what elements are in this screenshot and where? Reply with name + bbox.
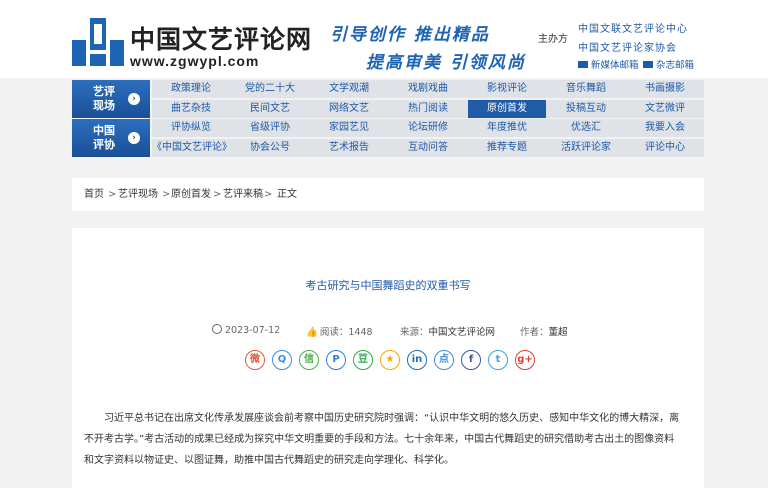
logo-chinese-text: 中国文艺评论网 xyxy=(130,25,313,54)
nav-item[interactable]: 政策理论 xyxy=(152,80,230,98)
nav-item[interactable]: 党的二十大 xyxy=(231,80,309,98)
nav-item[interactable]: 文艺微评 xyxy=(626,100,704,118)
breadcrumb-current: 正文 xyxy=(277,189,297,200)
nav-item[interactable]: 家园艺见 xyxy=(310,119,388,137)
reads-value: 1448 xyxy=(348,327,373,338)
author-value: 董超 xyxy=(548,327,568,338)
mail-icon xyxy=(578,61,588,68)
article-date-value: 2023-07-12 xyxy=(225,325,281,336)
nav-item[interactable]: 影视评论 xyxy=(468,80,546,98)
article-title: 考古研究与中国舞蹈史的双重书写 xyxy=(305,279,471,292)
slogan-line-2: 提高审美 引领风尚 xyxy=(366,53,526,73)
nav-row-2: 曲艺杂技 民间文艺 网络文艺 热门阅读 原创首发 投稿互动 文艺微评 xyxy=(152,100,704,118)
nav-section-label-line1: 中国 xyxy=(93,124,115,137)
breadcrumb-home[interactable]: 首页 xyxy=(84,178,104,211)
nav-item[interactable]: 年度推优 xyxy=(468,119,546,137)
nav-row-4: 《中国文艺评论》 协会公号 艺术报告 互动问答 推荐专题 活跃评论家 评论中心 xyxy=(152,139,704,157)
nav-section-label-line2: 评协 xyxy=(93,138,115,151)
nav-item[interactable]: 热门阅读 xyxy=(389,100,467,118)
source-label: 来源： xyxy=(400,327,429,338)
douban-icon[interactable]: 豆 xyxy=(353,350,373,370)
nav-item[interactable]: 活跃评论家 xyxy=(547,139,625,157)
nav-item[interactable]: 音乐舞蹈 xyxy=(547,80,625,98)
linkedin-icon[interactable]: in xyxy=(407,350,427,370)
article-author: 作者：董超 xyxy=(520,324,568,338)
article-reads: 👍 阅读：1448 xyxy=(306,324,373,338)
pinterest-icon[interactable]: P xyxy=(326,350,346,370)
facebook-icon[interactable]: f xyxy=(461,350,481,370)
nav-item[interactable]: 互动问答 xyxy=(389,139,467,157)
nav-section-label: 中国 评协 xyxy=(82,124,126,152)
chevron-right-icon: › xyxy=(128,93,140,105)
author-label: 作者： xyxy=(520,327,549,338)
nav-item[interactable]: 曲艺杂技 xyxy=(152,100,230,118)
wechat-icon[interactable]: 信 xyxy=(299,350,319,370)
breadcrumb-item[interactable]: 艺评现场 xyxy=(118,178,158,211)
nav-item[interactable]: 优选汇 xyxy=(547,119,625,137)
source-value[interactable]: 中国文艺评论网 xyxy=(429,327,496,338)
google-plus-icon[interactable]: g+ xyxy=(515,350,535,370)
article-text-line-3: 和文字资料以物证史、以图证舞，助推中国古代舞蹈史的研究走向学理化、科学化。 xyxy=(84,455,454,466)
nav-item[interactable]: 书画摄影 xyxy=(626,80,704,98)
site-logo[interactable]: 中国文艺评论网 www.zgwypl.com xyxy=(72,18,311,70)
twitter-icon[interactable]: t xyxy=(488,350,508,370)
nav-item[interactable]: 艺术报告 xyxy=(310,139,388,157)
article-panel: 考古研究与中国舞蹈史的双重书写 2023-07-12 👍 阅读：1448 来源：中… xyxy=(72,228,704,488)
breadcrumb-separator: > xyxy=(213,189,222,200)
reads-label: 阅读： xyxy=(319,327,349,338)
slogan-line-1: 引导创作 推出精品 xyxy=(330,25,490,45)
nav-item[interactable]: 民间文艺 xyxy=(231,100,309,118)
nav-item[interactable]: 论坛研修 xyxy=(389,119,467,137)
magazine-mail-link[interactable]: 杂志邮箱 xyxy=(643,57,694,71)
nav-item[interactable]: 评论中心 xyxy=(626,139,704,157)
nav-item[interactable]: 协会公号 xyxy=(231,139,309,157)
article-paragraph: 习近平总书记在出席文化传承发展座谈会前考察中国历史研究院时强调：“认识中华文明的… xyxy=(84,408,692,429)
new-media-mail-link[interactable]: 新媒体邮箱 xyxy=(578,57,639,71)
nav-section-label-line2: 现场 xyxy=(93,99,115,112)
weibo-icon[interactable]: 微 xyxy=(245,350,265,370)
nav-item[interactable]: 评协纵览 xyxy=(152,119,230,137)
dianping-icon[interactable]: 点 xyxy=(434,350,454,370)
logo-url-text: www.zgwypl.com xyxy=(130,53,260,69)
site-header: 中国文艺评论网 www.zgwypl.com 引导创作 推出精品 提高审美 引领… xyxy=(0,0,768,78)
nav-row-3: 评协纵览 省级评协 家园艺见 论坛研修 年度推优 优选汇 我要入会 xyxy=(152,119,704,137)
new-media-mail-label: 新媒体邮箱 xyxy=(591,60,639,71)
nav-item[interactable]: 推荐专题 xyxy=(468,139,546,157)
nav-row-1: 政策理论 党的二十大 文学观潮 戏剧戏曲 影视评论 音乐舞蹈 书画摄影 xyxy=(152,80,704,98)
article-date: 2023-07-12 xyxy=(212,324,280,336)
breadcrumb-separator: > xyxy=(108,189,117,200)
nav-item[interactable]: 投稿互动 xyxy=(547,100,625,118)
nav-section-label-line1: 艺评 xyxy=(93,85,115,98)
mail-icon xyxy=(643,61,653,68)
breadcrumb: 首页 > 艺评现场 > 原创首发 > 艺评来稿 > 正文 xyxy=(72,178,704,211)
qq-icon[interactable]: Q xyxy=(272,350,292,370)
nav-item-active[interactable]: 原创首发 xyxy=(468,100,546,118)
logo-mark-icon xyxy=(72,18,124,66)
nav-item[interactable]: 戏剧戏曲 xyxy=(389,80,467,98)
host-link-1[interactable]: 中国文联文艺评论中心 xyxy=(578,20,688,35)
clock-icon xyxy=(212,324,222,334)
main-nav: 艺评 现场 › 中国 评协 › 政策理论 党的二十大 文学观潮 戏剧戏曲 影视评论 … xyxy=(72,80,704,157)
nav-section-arts-review[interactable]: 艺评 现场 › xyxy=(72,80,150,118)
nav-item[interactable]: 我要入会 xyxy=(626,119,704,137)
qzone-icon[interactable]: ★ xyxy=(380,350,400,370)
article-text-line-2: 不开考古学。”考古活动的成果已经成为探究中华文明重要的手段和方法。七十余年来，中… xyxy=(84,434,675,445)
breadcrumb-separator: > xyxy=(162,189,171,200)
article-text-line-1: 习近平总书记在出席文化传承发展座谈会前考察中国历史研究院时强调：“认识中华文明的… xyxy=(104,413,680,424)
breadcrumb-item[interactable]: 原创首发 xyxy=(171,178,211,211)
breadcrumb-item[interactable]: 艺评来稿 xyxy=(223,178,263,211)
nav-item[interactable]: 文学观潮 xyxy=(310,80,388,98)
thumb-up-icon: 👍 xyxy=(306,327,318,338)
host-link-2[interactable]: 中国文艺评论家协会 xyxy=(578,39,677,54)
nav-item[interactable]: 省级评协 xyxy=(231,119,309,137)
nav-section-association[interactable]: 中国 评协 › xyxy=(72,119,150,157)
article-source: 来源：中国文艺评论网 xyxy=(400,324,495,338)
nav-item[interactable]: 网络文艺 xyxy=(310,100,388,118)
host-label: 主办方 xyxy=(538,34,568,45)
nav-item[interactable]: 《中国文艺评论》 xyxy=(152,139,232,157)
breadcrumb-separator: > xyxy=(264,189,273,200)
magazine-mail-label: 杂志邮箱 xyxy=(656,60,695,71)
chevron-right-icon: › xyxy=(128,132,140,144)
nav-section-label: 艺评 现场 xyxy=(82,85,126,113)
